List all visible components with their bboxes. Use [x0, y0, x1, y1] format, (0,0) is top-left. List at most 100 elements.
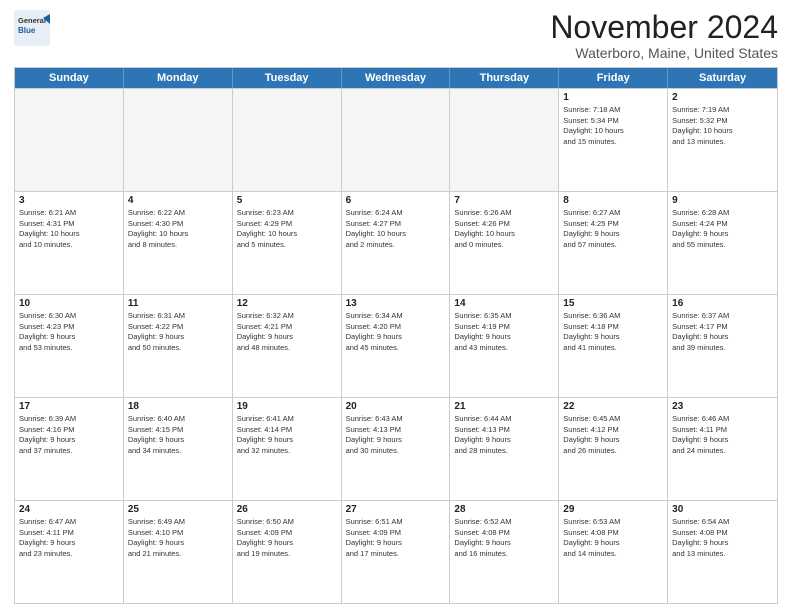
- day-number: 7: [454, 195, 554, 206]
- header-day-monday: Monday: [124, 68, 233, 88]
- day-cell-16: 16Sunrise: 6:37 AM Sunset: 4:17 PM Dayli…: [668, 295, 777, 397]
- day-number: 6: [346, 195, 446, 206]
- day-number: 18: [128, 401, 228, 412]
- day-cell-7: 7 Sunrise: 6:26 AM Sunset: 4:26 PM Daylig…: [450, 192, 559, 294]
- day-number: 12: [237, 298, 337, 309]
- page: General Blue November 2024 Waterboro, Ma…: [0, 0, 792, 612]
- day-cell-4: 4Sunrise: 6:22 AM Sunset: 4:30 PM Daylig…: [124, 192, 233, 294]
- day-info: Sunrise: 6:45 AM Sunset: 4:12 PM Dayligh…: [563, 414, 663, 456]
- day-cell-24: 24 Sunrise: 6:47 AM Sunset: 4:11 PM Dayli…: [15, 501, 124, 603]
- calendar: SundayMondayTuesdayWednesdayThursdayFrid…: [14, 67, 778, 604]
- day-number: 5: [237, 195, 337, 206]
- main-title: November 2024: [550, 10, 778, 45]
- day-cell-30: 30 Sunrise: 6:54 AM Sunset: 4:08 PM Dayli…: [668, 501, 777, 603]
- day-info: Sunrise: 6:27 AM Sunset: 4:25 PM Dayligh…: [563, 208, 663, 250]
- day-info: Sunrise: 6:44 AM Sunset: 4:13 PM Dayligh…: [454, 414, 554, 456]
- title-block: November 2024 Waterboro, Maine, United S…: [550, 10, 778, 61]
- week-row-1: 3Sunrise: 6:21 AM Sunset: 4:31 PM Daylig…: [15, 191, 777, 294]
- day-info: Sunrise: 6:32 AM Sunset: 4:21 PM Dayligh…: [237, 311, 337, 353]
- day-info: Sunrise: 6:28 AM Sunset: 4:24 PM Dayligh…: [672, 208, 773, 250]
- week-row-0: 1 Sunrise: 7:18 AM Sunset: 5:34 PM Daylig…: [15, 88, 777, 191]
- day-number: 10: [19, 298, 119, 309]
- day-cell-5: 5 Sunrise: 6:23 AM Sunset: 4:29 PM Daylig…: [233, 192, 342, 294]
- day-info: Sunrise: 6:53 AM Sunset: 4:08 PM Dayligh…: [563, 517, 663, 559]
- day-info: Sunrise: 6:52 AM Sunset: 4:08 PM Dayligh…: [454, 517, 554, 559]
- day-number: 21: [454, 401, 554, 412]
- day-number: 30: [672, 504, 773, 515]
- empty-cell: [15, 89, 124, 191]
- week-row-3: 17 Sunrise: 6:39 AM Sunset: 4:16 PM Dayli…: [15, 397, 777, 500]
- week-row-4: 24 Sunrise: 6:47 AM Sunset: 4:11 PM Dayli…: [15, 500, 777, 603]
- day-cell-18: 18 Sunrise: 6:40 AM Sunset: 4:15 PM Dayli…: [124, 398, 233, 500]
- day-number: 19: [237, 401, 337, 412]
- empty-cell: [233, 89, 342, 191]
- day-info: Sunrise: 6:23 AM Sunset: 4:29 PM Dayligh…: [237, 208, 337, 250]
- day-number: 16: [672, 298, 773, 309]
- day-cell-9: 9Sunrise: 6:28 AM Sunset: 4:24 PM Daylig…: [668, 192, 777, 294]
- day-cell-15: 15Sunrise: 6:36 AM Sunset: 4:18 PM Dayli…: [559, 295, 668, 397]
- calendar-body: 1 Sunrise: 7:18 AM Sunset: 5:34 PM Daylig…: [15, 88, 777, 603]
- header-day-tuesday: Tuesday: [233, 68, 342, 88]
- day-info: Sunrise: 6:31 AM Sunset: 4:22 PM Dayligh…: [128, 311, 228, 353]
- day-info: Sunrise: 6:22 AM Sunset: 4:30 PM Dayligh…: [128, 208, 228, 250]
- day-number: 20: [346, 401, 446, 412]
- logo-icon: General Blue: [14, 10, 50, 46]
- day-number: 2: [672, 92, 773, 103]
- svg-text:General: General: [18, 16, 46, 25]
- day-cell-10: 10 Sunrise: 6:30 AM Sunset: 4:23 PM Dayli…: [15, 295, 124, 397]
- day-cell-11: 11 Sunrise: 6:31 AM Sunset: 4:22 PM Dayli…: [124, 295, 233, 397]
- day-cell-26: 26 Sunrise: 6:50 AM Sunset: 4:09 PM Dayli…: [233, 501, 342, 603]
- day-info: Sunrise: 6:46 AM Sunset: 4:11 PM Dayligh…: [672, 414, 773, 456]
- day-cell-28: 28Sunrise: 6:52 AM Sunset: 4:08 PM Dayli…: [450, 501, 559, 603]
- day-info: Sunrise: 6:40 AM Sunset: 4:15 PM Dayligh…: [128, 414, 228, 456]
- day-number: 24: [19, 504, 119, 515]
- day-info: Sunrise: 6:41 AM Sunset: 4:14 PM Dayligh…: [237, 414, 337, 456]
- day-number: 29: [563, 504, 663, 515]
- header: General Blue November 2024 Waterboro, Ma…: [14, 10, 778, 61]
- calendar-header: SundayMondayTuesdayWednesdayThursdayFrid…: [15, 68, 777, 88]
- day-cell-29: 29 Sunrise: 6:53 AM Sunset: 4:08 PM Dayli…: [559, 501, 668, 603]
- header-day-sunday: Sunday: [15, 68, 124, 88]
- day-cell-1: 1 Sunrise: 7:18 AM Sunset: 5:34 PM Daylig…: [559, 89, 668, 191]
- day-info: Sunrise: 6:35 AM Sunset: 4:19 PM Dayligh…: [454, 311, 554, 353]
- empty-cell: [342, 89, 451, 191]
- day-cell-27: 27 Sunrise: 6:51 AM Sunset: 4:09 PM Dayli…: [342, 501, 451, 603]
- day-info: Sunrise: 6:36 AM Sunset: 4:18 PM Dayligh…: [563, 311, 663, 353]
- logo: General Blue: [14, 10, 50, 46]
- day-number: 14: [454, 298, 554, 309]
- day-number: 13: [346, 298, 446, 309]
- subtitle: Waterboro, Maine, United States: [550, 45, 778, 61]
- week-row-2: 10 Sunrise: 6:30 AM Sunset: 4:23 PM Dayli…: [15, 294, 777, 397]
- day-cell-22: 22 Sunrise: 6:45 AM Sunset: 4:12 PM Dayli…: [559, 398, 668, 500]
- empty-cell: [450, 89, 559, 191]
- day-cell-14: 14 Sunrise: 6:35 AM Sunset: 4:19 PM Dayli…: [450, 295, 559, 397]
- day-info: Sunrise: 7:18 AM Sunset: 5:34 PM Dayligh…: [563, 105, 663, 147]
- day-info: Sunrise: 6:26 AM Sunset: 4:26 PM Dayligh…: [454, 208, 554, 250]
- day-number: 1: [563, 92, 663, 103]
- day-cell-23: 23 Sunrise: 6:46 AM Sunset: 4:11 PM Dayli…: [668, 398, 777, 500]
- day-number: 27: [346, 504, 446, 515]
- day-number: 3: [19, 195, 119, 206]
- day-info: Sunrise: 6:54 AM Sunset: 4:08 PM Dayligh…: [672, 517, 773, 559]
- day-cell-25: 25 Sunrise: 6:49 AM Sunset: 4:10 PM Dayli…: [124, 501, 233, 603]
- day-info: Sunrise: 6:30 AM Sunset: 4:23 PM Dayligh…: [19, 311, 119, 353]
- day-cell-13: 13 Sunrise: 6:34 AM Sunset: 4:20 PM Dayli…: [342, 295, 451, 397]
- day-cell-8: 8 Sunrise: 6:27 AM Sunset: 4:25 PM Daylig…: [559, 192, 668, 294]
- day-cell-17: 17 Sunrise: 6:39 AM Sunset: 4:16 PM Dayli…: [15, 398, 124, 500]
- day-info: Sunrise: 6:51 AM Sunset: 4:09 PM Dayligh…: [346, 517, 446, 559]
- day-cell-19: 19 Sunrise: 6:41 AM Sunset: 4:14 PM Dayli…: [233, 398, 342, 500]
- day-number: 25: [128, 504, 228, 515]
- day-info: Sunrise: 6:50 AM Sunset: 4:09 PM Dayligh…: [237, 517, 337, 559]
- day-info: Sunrise: 6:39 AM Sunset: 4:16 PM Dayligh…: [19, 414, 119, 456]
- day-number: 17: [19, 401, 119, 412]
- day-number: 23: [672, 401, 773, 412]
- day-number: 11: [128, 298, 228, 309]
- day-info: Sunrise: 6:49 AM Sunset: 4:10 PM Dayligh…: [128, 517, 228, 559]
- day-number: 26: [237, 504, 337, 515]
- day-cell-20: 20Sunrise: 6:43 AM Sunset: 4:13 PM Dayli…: [342, 398, 451, 500]
- day-number: 8: [563, 195, 663, 206]
- day-cell-12: 12 Sunrise: 6:32 AM Sunset: 4:21 PM Dayli…: [233, 295, 342, 397]
- day-info: Sunrise: 6:47 AM Sunset: 4:11 PM Dayligh…: [19, 517, 119, 559]
- day-number: 22: [563, 401, 663, 412]
- day-info: Sunrise: 6:34 AM Sunset: 4:20 PM Dayligh…: [346, 311, 446, 353]
